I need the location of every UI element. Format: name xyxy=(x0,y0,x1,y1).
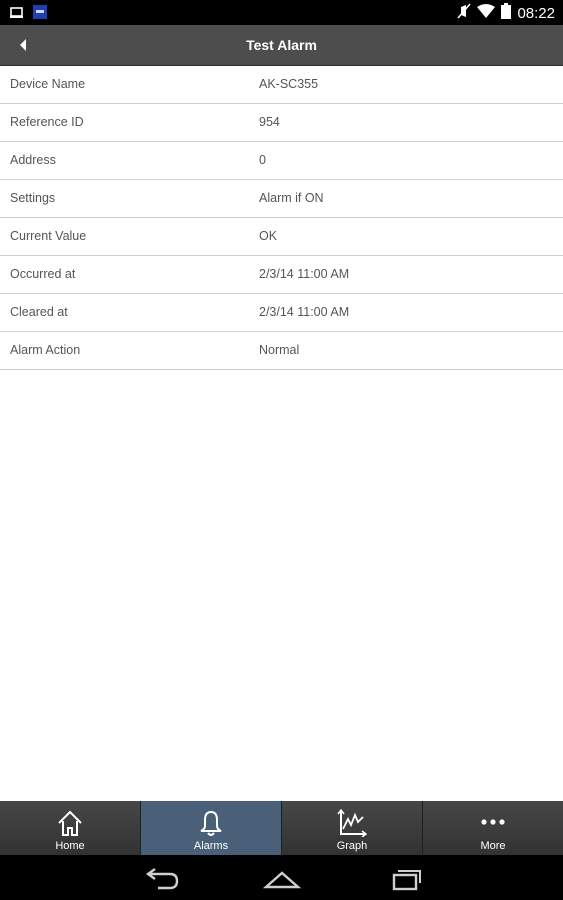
graph-icon xyxy=(337,808,368,838)
detail-label: Occurred at xyxy=(10,267,76,281)
detail-row-address: Address 0 xyxy=(0,142,563,180)
battery-icon xyxy=(501,3,512,24)
detail-value: 2/3/14 11:00 AM xyxy=(259,267,350,281)
more-dots-icon xyxy=(478,809,508,837)
tab-alarms[interactable]: Alarms xyxy=(141,801,282,855)
app-header: Test Alarm xyxy=(0,25,563,66)
tab-label: More xyxy=(480,840,506,852)
bottom-tab-bar: Home Alarms Graph More xyxy=(0,801,563,855)
detail-row-cleared-at: Cleared at 2/3/14 11:00 AM xyxy=(0,294,563,332)
detail-label: Current Value xyxy=(10,229,87,243)
bell-icon xyxy=(196,809,226,837)
status-bar: 08:22 xyxy=(0,0,563,25)
detail-value: Alarm if ON xyxy=(259,191,324,205)
detail-value: 954 xyxy=(259,115,280,129)
back-nav-icon xyxy=(142,868,182,895)
recent-apps-icon xyxy=(384,870,424,895)
detail-row-alarm-action: Alarm Action Normal xyxy=(0,332,563,370)
screen-icon xyxy=(10,6,23,24)
detail-row-occurred-at: Occurred at 2/3/14 11:00 AM xyxy=(0,256,563,294)
tab-home[interactable]: Home xyxy=(0,801,141,855)
page-title: Test Alarm xyxy=(246,37,317,53)
detail-label: Reference ID xyxy=(10,115,84,129)
detail-row-current-value: Current Value OK xyxy=(0,218,563,256)
status-time: 08:22 xyxy=(517,5,555,22)
tab-graph[interactable]: Graph xyxy=(282,801,423,855)
detail-value: AK-SC355 xyxy=(259,77,319,91)
detail-row-reference-id: Reference ID 954 xyxy=(0,104,563,142)
nav-home-button[interactable] xyxy=(262,865,302,891)
detail-row-settings: Settings Alarm if ON xyxy=(0,180,563,218)
alarm-detail-table: Device Name AK-SC355 Reference ID 954 Ad… xyxy=(0,66,563,370)
detail-label: Settings xyxy=(10,191,56,205)
home-nav-icon xyxy=(262,871,302,895)
wifi-icon xyxy=(477,4,496,23)
detail-value: OK xyxy=(259,229,278,243)
home-icon xyxy=(55,809,85,837)
detail-value: Normal xyxy=(259,343,300,357)
tab-label: Graph xyxy=(336,840,368,852)
tab-label: Home xyxy=(55,840,85,852)
detail-label: Device Name xyxy=(10,77,86,91)
system-nav-bar xyxy=(0,855,563,900)
detail-value: 2/3/14 11:00 AM xyxy=(259,305,350,319)
mute-icon xyxy=(457,3,472,24)
detail-label: Cleared at xyxy=(10,305,68,319)
detail-label: Address xyxy=(10,153,56,167)
tab-more[interactable]: More xyxy=(423,801,563,855)
detail-value: 0 xyxy=(259,153,266,167)
tab-label: Alarms xyxy=(193,840,229,852)
nav-recent-apps-button[interactable] xyxy=(384,865,424,891)
detail-row-device-name: Device Name AK-SC355 xyxy=(0,66,563,104)
detail-label: Alarm Action xyxy=(10,343,81,357)
app-notification-icon xyxy=(33,5,47,24)
nav-back-button[interactable] xyxy=(142,865,182,891)
